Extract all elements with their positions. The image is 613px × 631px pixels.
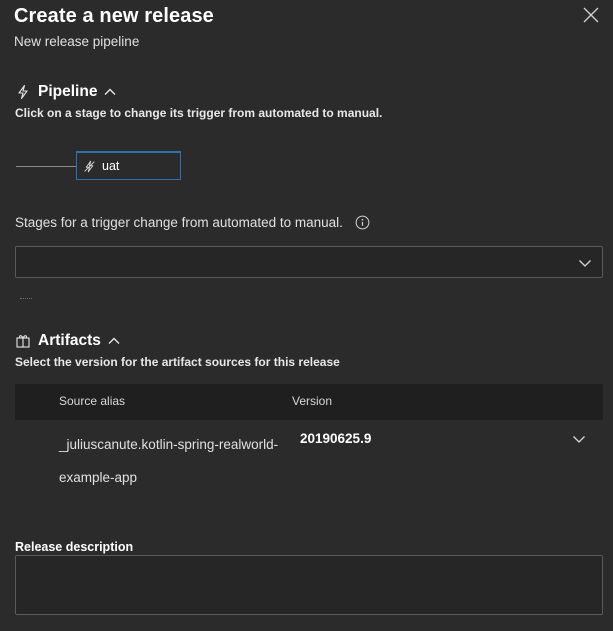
release-description-input[interactable] [15, 555, 603, 615]
chevron-up-icon [107, 334, 121, 348]
version-dropdown-button[interactable] [572, 432, 586, 446]
trigger-change-label-text: Stages for a trigger change from automat… [15, 215, 343, 230]
release-description-label: Release description [15, 540, 134, 554]
artifact-source-alias: _juliuscanute.kotlin-spring-realworld-ex… [59, 437, 279, 485]
lightning-icon [15, 84, 31, 100]
pipeline-description: Click on a stage to change its trigger f… [15, 106, 383, 120]
info-icon[interactable] [355, 215, 370, 230]
column-version: Version [292, 394, 333, 408]
stage-uat[interactable]: uat [76, 151, 181, 180]
close-icon [583, 7, 599, 23]
chevron-down-icon [573, 436, 585, 443]
pipeline-heading: Pipeline [38, 83, 98, 100]
stage-connector [16, 166, 76, 167]
artifacts-section-header[interactable]: Artifacts [15, 332, 121, 350]
chevron-up-icon [103, 85, 117, 99]
stage-name: uat [102, 159, 120, 173]
chevron-down-icon [578, 256, 592, 270]
trigger-change-label: Stages for a trigger change from automat… [15, 215, 370, 230]
divider [20, 298, 32, 300]
lightning-icon [83, 160, 96, 173]
package-icon [15, 333, 31, 349]
dialog-subtitle: New release pipeline [14, 34, 140, 49]
dialog-title: Create a new release [14, 5, 214, 27]
column-source-alias: Source alias [59, 394, 126, 408]
pipeline-section-header[interactable]: Pipeline [15, 83, 117, 101]
artifacts-table-header: Source alias Version [15, 384, 603, 420]
close-button[interactable] [580, 4, 602, 26]
artifacts-heading: Artifacts [38, 332, 101, 349]
artifact-version-value[interactable]: 20190625.9 [300, 431, 371, 446]
artifacts-description: Select the version for the artifact sour… [15, 355, 340, 369]
trigger-stages-dropdown[interactable] [15, 246, 603, 278]
